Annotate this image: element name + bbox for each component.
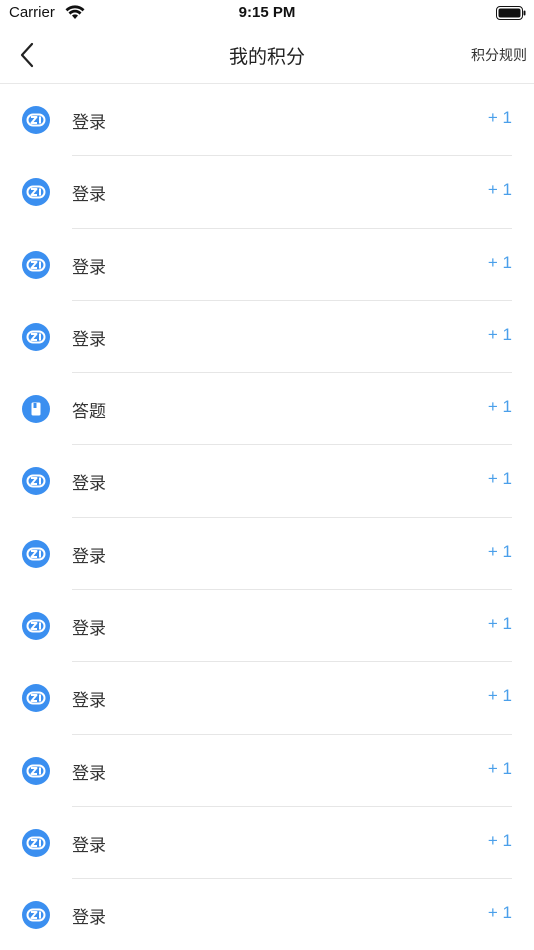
points-record-row: 登录 + 1 xyxy=(0,662,534,735)
login-icon xyxy=(22,684,50,713)
points-record-row: 登录 + 1 xyxy=(0,879,534,950)
record-points: + 1 xyxy=(487,252,512,272)
status-bar: Carrier 9:15 PM xyxy=(0,0,534,28)
points-record-row: 登录 + 1 xyxy=(0,590,534,663)
points-record-row: 登录 + 1 xyxy=(0,156,534,229)
record-points: + 1 xyxy=(487,469,512,489)
record-label: 答题 xyxy=(72,402,106,423)
record-points: + 1 xyxy=(487,180,512,200)
record-label: 登录 xyxy=(72,908,106,929)
record-label: 登录 xyxy=(72,763,106,784)
record-label: 登录 xyxy=(72,835,106,856)
record-points: + 1 xyxy=(487,758,512,778)
points-record-row: 答题 + 1 xyxy=(0,373,534,446)
record-points: + 1 xyxy=(487,397,512,417)
points-record-row: 登录 + 1 xyxy=(0,735,534,807)
login-icon xyxy=(22,756,50,785)
points-record-row: 登录 + 1 xyxy=(0,229,534,301)
navigation-bar: 我的积分 积分规则 xyxy=(0,28,534,84)
quiz-icon xyxy=(22,395,50,424)
record-points: + 1 xyxy=(487,541,512,561)
record-points: + 1 xyxy=(487,903,512,923)
status-time: 9:15 PM xyxy=(238,4,296,21)
login-icon xyxy=(22,901,50,930)
login-icon xyxy=(22,539,50,568)
record-label: 登录 xyxy=(72,329,106,350)
record-label: 登录 xyxy=(72,185,106,206)
points-record-row: 登录 + 1 xyxy=(0,807,534,880)
login-icon xyxy=(22,178,50,207)
login-icon xyxy=(22,612,50,641)
record-label: 登录 xyxy=(72,546,106,567)
points-record-row: 登录 + 1 xyxy=(0,84,534,157)
login-icon xyxy=(22,250,50,279)
record-label: 登录 xyxy=(72,113,106,133)
points-record-row: 登录 + 1 xyxy=(0,518,534,591)
record-label: 登录 xyxy=(72,691,106,712)
record-points: + 1 xyxy=(487,614,512,634)
points-record-row: 登录 + 1 xyxy=(0,445,534,518)
points-record-list: 登录 + 1 登录 + 1 登录 + 1 登录 + 1 答题 + 1 登录 + … xyxy=(0,84,534,950)
record-points: + 1 xyxy=(487,324,512,344)
record-points: + 1 xyxy=(487,108,512,127)
page-title: 我的积分 xyxy=(228,46,305,68)
back-button[interactable] xyxy=(14,40,42,70)
record-points: + 1 xyxy=(487,830,512,850)
record-points: + 1 xyxy=(487,686,512,706)
login-icon xyxy=(22,106,50,134)
record-label: 登录 xyxy=(72,474,106,495)
points-record-row: 登录 + 1 xyxy=(0,301,534,374)
record-label: 登录 xyxy=(72,257,106,278)
points-rules-button[interactable]: 积分规则 xyxy=(471,45,527,65)
record-label: 登录 xyxy=(72,619,106,640)
login-icon xyxy=(22,322,50,351)
login-icon xyxy=(22,467,50,496)
login-icon xyxy=(22,828,50,857)
battery-icon xyxy=(496,6,526,20)
